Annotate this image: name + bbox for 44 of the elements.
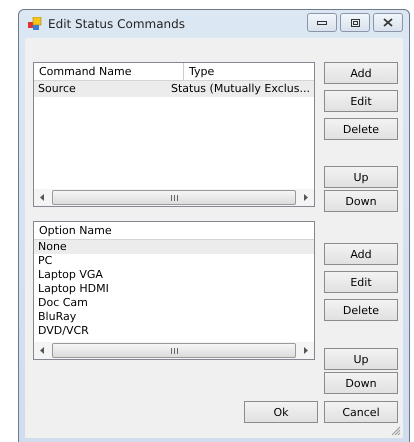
list-row[interactable]: Doc Cam: [34, 296, 314, 310]
resize-grip-icon: [391, 426, 401, 436]
list-row[interactable]: PC: [34, 254, 314, 268]
list-row[interactable]: Source Status (Mutually Exclus...: [34, 81, 314, 97]
grip-icon: [170, 194, 178, 200]
list-view[interactable]: Command Name Type Source Status (Mutually Exclus...: [33, 62, 315, 207]
dialog-button[interactable]: Down: [324, 372, 398, 394]
window-title: Edit Status Commands: [48, 17, 186, 31]
dialog-button[interactable]: Add: [324, 243, 398, 265]
horizontal-scrollbar[interactable]: [34, 342, 314, 359]
restore-icon: [350, 18, 360, 26]
list-row[interactable]: None: [34, 240, 314, 254]
dialog-button[interactable]: Add: [324, 62, 398, 84]
list-row[interactable]: Laptop HDMI: [34, 282, 314, 296]
close-button[interactable]: [373, 13, 403, 32]
scroll-thumb[interactable]: [52, 190, 296, 205]
list-row[interactable]: DVD/VCR: [34, 324, 314, 338]
list-row[interactable]: BluRay: [34, 310, 314, 324]
dialog-button[interactable]: Up: [324, 348, 398, 370]
column-header[interactable]: Command Name: [34, 63, 184, 80]
minimize-button[interactable]: [307, 13, 337, 32]
close-icon: [383, 18, 393, 27]
left-arrow-icon: [40, 347, 44, 354]
dialog-button[interactable]: Cancel: [324, 401, 398, 423]
app-icon: [28, 17, 42, 31]
dialog-button[interactable]: Delete: [324, 299, 398, 321]
horizontal-scrollbar[interactable]: [34, 189, 314, 206]
scroll-thumb[interactable]: [52, 343, 296, 358]
dialog-button[interactable]: Up: [324, 166, 398, 188]
column-header[interactable]: Option Name: [34, 222, 117, 239]
dialog-button[interactable]: Ok: [244, 401, 318, 423]
column-header[interactable]: Type: [184, 63, 220, 80]
minimize-icon: [317, 20, 327, 24]
right-arrow-icon: [304, 194, 308, 201]
dialog-button[interactable]: Delete: [324, 118, 398, 140]
dialog-button[interactable]: Edit: [324, 90, 398, 112]
maximize-button[interactable]: [340, 13, 370, 32]
grip-icon: [170, 348, 178, 354]
dialog-button[interactable]: Down: [324, 190, 398, 212]
left-arrow-icon: [40, 194, 44, 201]
right-arrow-icon: [304, 347, 308, 354]
list-row[interactable]: Laptop VGA: [34, 268, 314, 282]
dialog-button[interactable]: Edit: [324, 271, 398, 293]
list-view[interactable]: Option Name None PC Laptop VGA Laptop HDMI Doc Cam BluRay DVD/VCR: [33, 221, 315, 360]
